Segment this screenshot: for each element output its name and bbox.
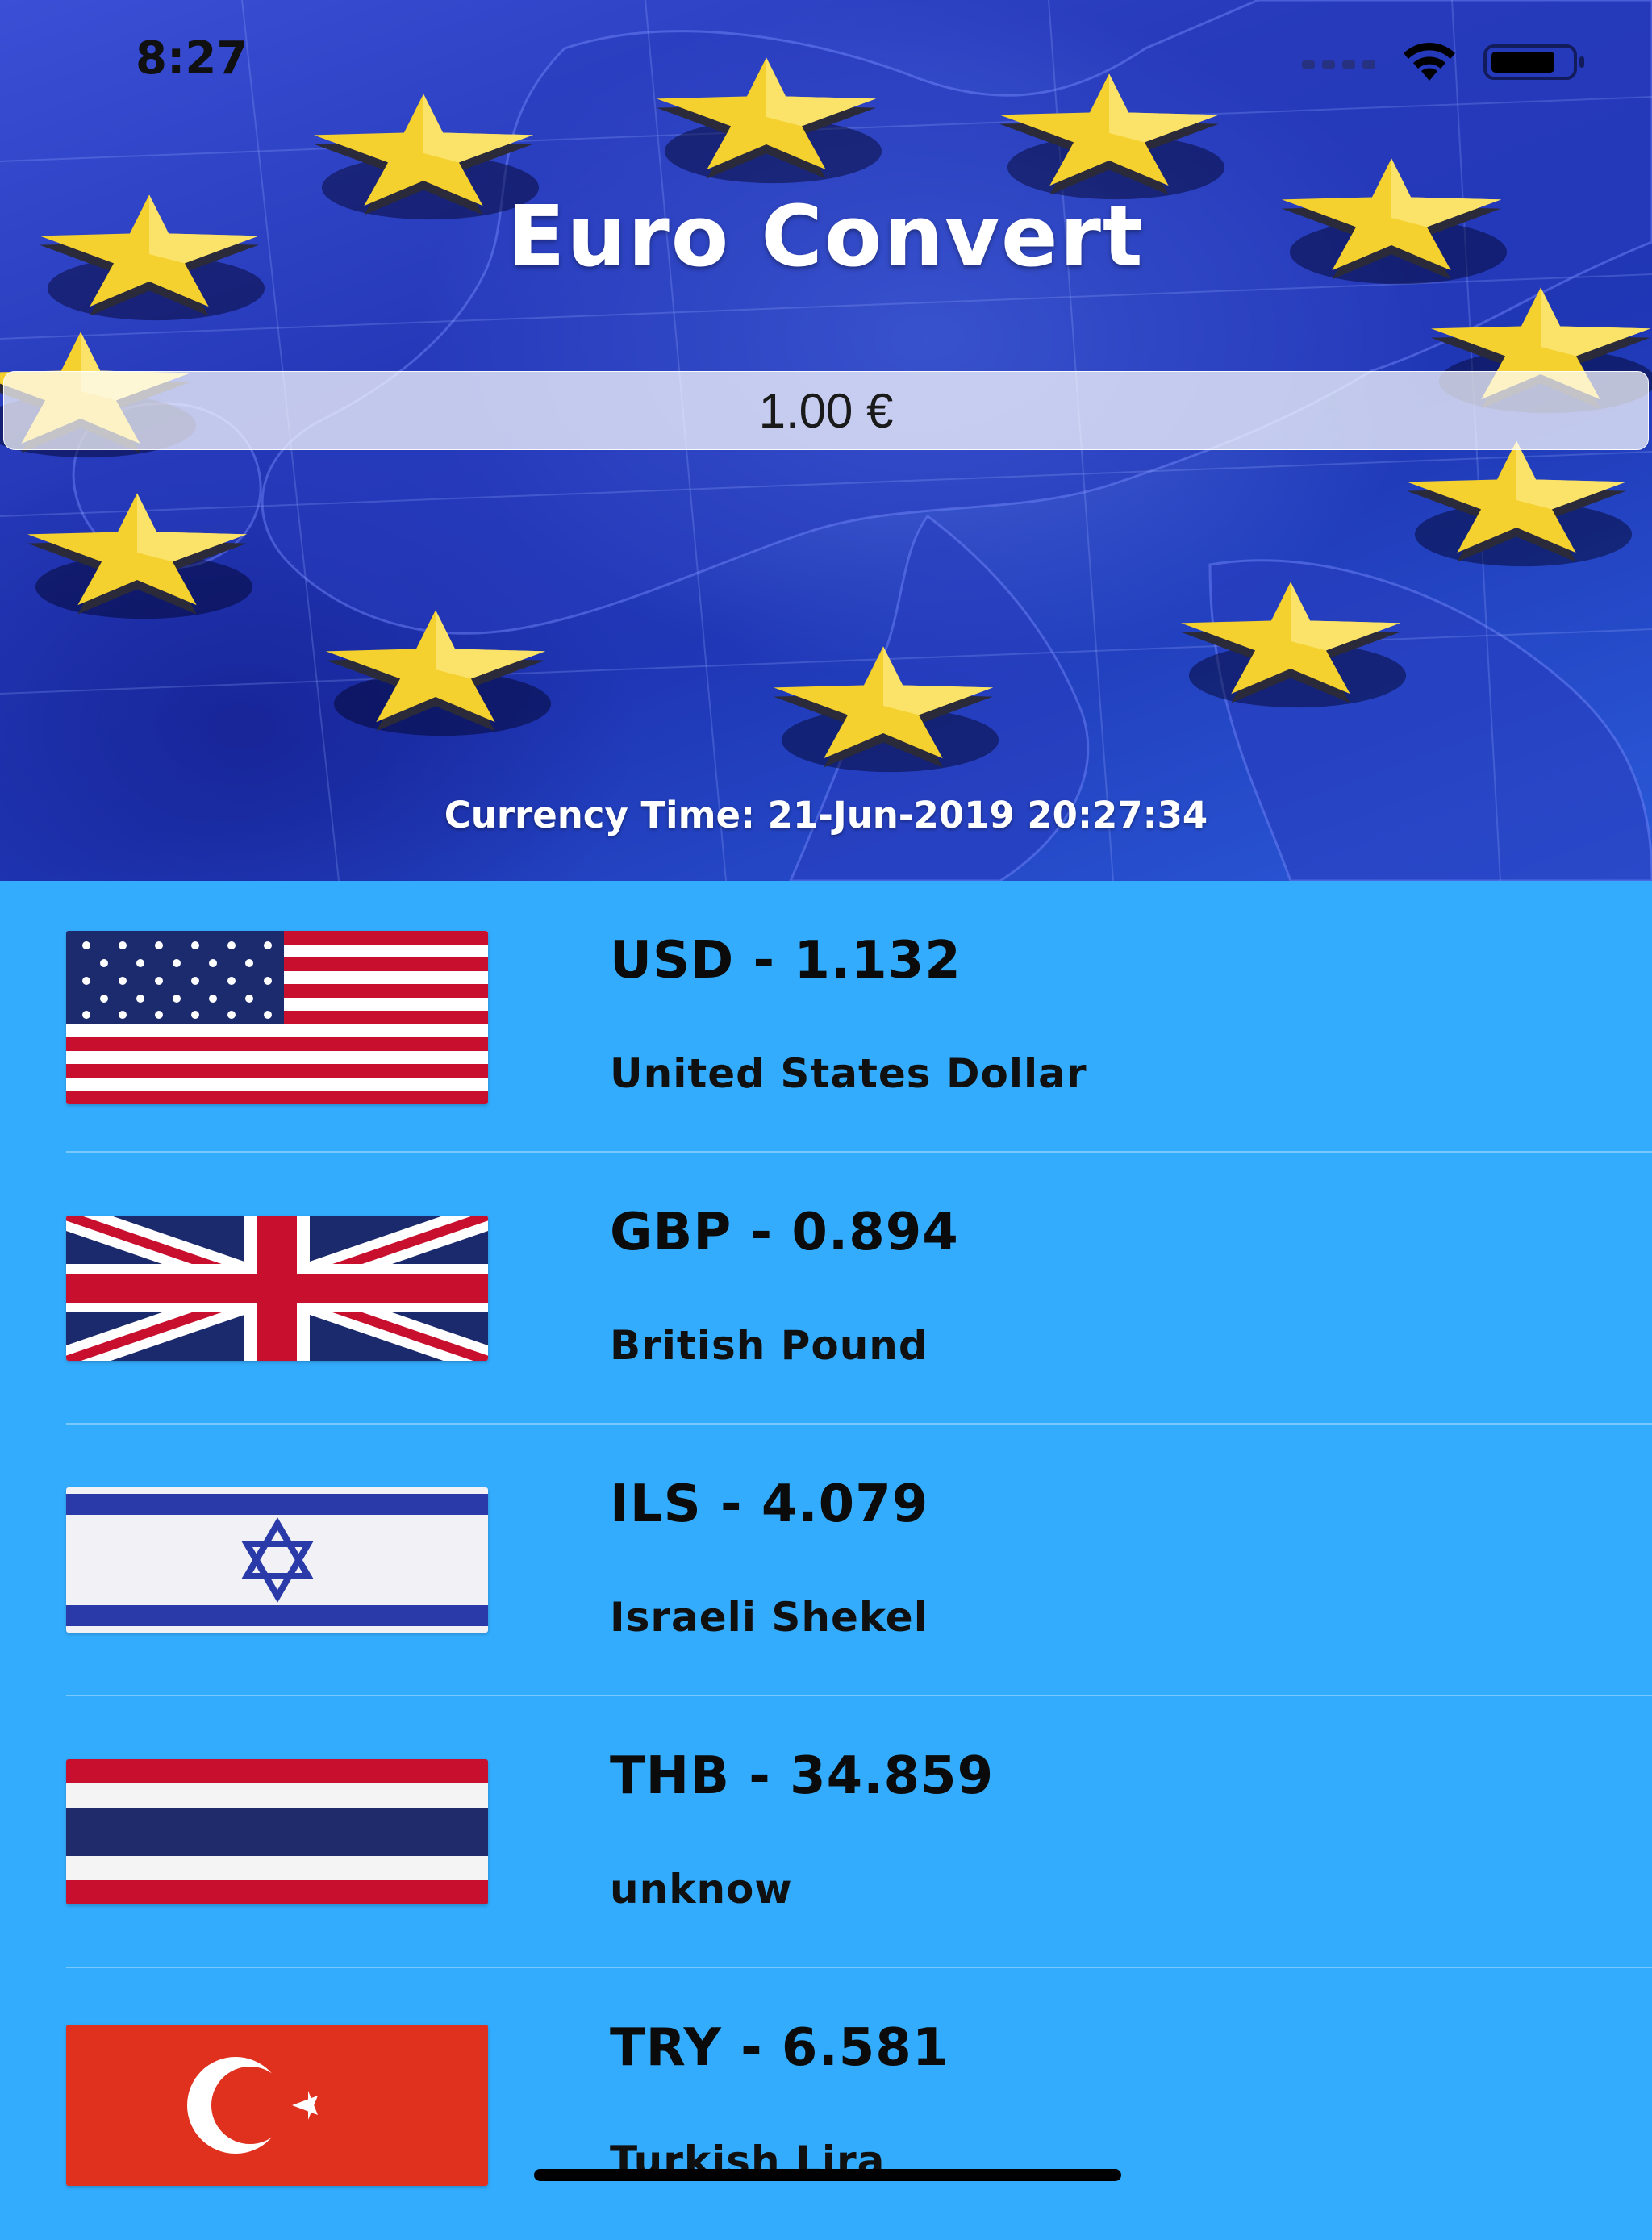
- currency-row-gbp[interactable]: GBP - 0.894 British Pound: [0, 1153, 1652, 1425]
- eu-star-icon: [326, 610, 552, 736]
- currency-code-rate: TRY - 6.581: [610, 2018, 949, 2078]
- currency-code-rate: ILS - 4.079: [610, 1475, 929, 1534]
- home-indicator[interactable]: [534, 2169, 1121, 2181]
- us-flag-icon: [66, 931, 488, 1104]
- currency-row-ils[interactable]: ILS - 4.079 Israeli Shekel: [0, 1425, 1652, 1696]
- eu-star-icon: [1181, 582, 1407, 708]
- uk-flag-icon: [66, 1216, 488, 1361]
- currency-code-rate: USD - 1.132: [610, 931, 962, 991]
- turkey-flag-icon: [66, 2025, 488, 2186]
- israel-flag-icon: [66, 1487, 488, 1633]
- hero-banner: 8:27 Euro Convert 1.00 € Currency Time: …: [0, 0, 1652, 881]
- eu-star-icon: [27, 493, 253, 619]
- cellular-signal-icon: [1302, 60, 1375, 69]
- currency-row-thb[interactable]: THB - 34.859 unknow: [0, 1696, 1652, 1968]
- status-time: 8:27: [136, 32, 248, 85]
- currency-name: unknow: [610, 1866, 793, 1913]
- currency-row-try[interactable]: TRY - 6.581 Turkish Lira: [0, 1968, 1652, 2240]
- battery-icon: [1483, 44, 1584, 80]
- currency-time-label: Currency Time: 21-Jun-2019 20:27:34: [444, 794, 1208, 836]
- currency-row-usd[interactable]: USD - 1.132 United States Dollar: [0, 881, 1652, 1153]
- currency-name: United States Dollar: [610, 1050, 1087, 1097]
- thailand-flag-icon: [66, 1759, 488, 1904]
- status-icons: [1302, 42, 1587, 82]
- app-title: Euro Convert: [507, 187, 1145, 286]
- currency-code-rate: THB - 34.859: [610, 1746, 995, 1806]
- euro-amount-input[interactable]: 1.00 €: [3, 371, 1649, 450]
- currency-name: British Pound: [610, 1322, 928, 1369]
- eu-star-icon: [774, 646, 999, 773]
- wifi-icon: [1404, 43, 1455, 81]
- currency-name: Israeli Shekel: [610, 1594, 928, 1641]
- currency-list[interactable]: USD - 1.132 United States Dollar GBP - 0…: [0, 881, 1652, 2204]
- status-bar: 8:27: [0, 0, 1652, 121]
- currency-code-rate: GBP - 0.894: [610, 1203, 959, 1262]
- eu-star-icon: [1407, 440, 1633, 567]
